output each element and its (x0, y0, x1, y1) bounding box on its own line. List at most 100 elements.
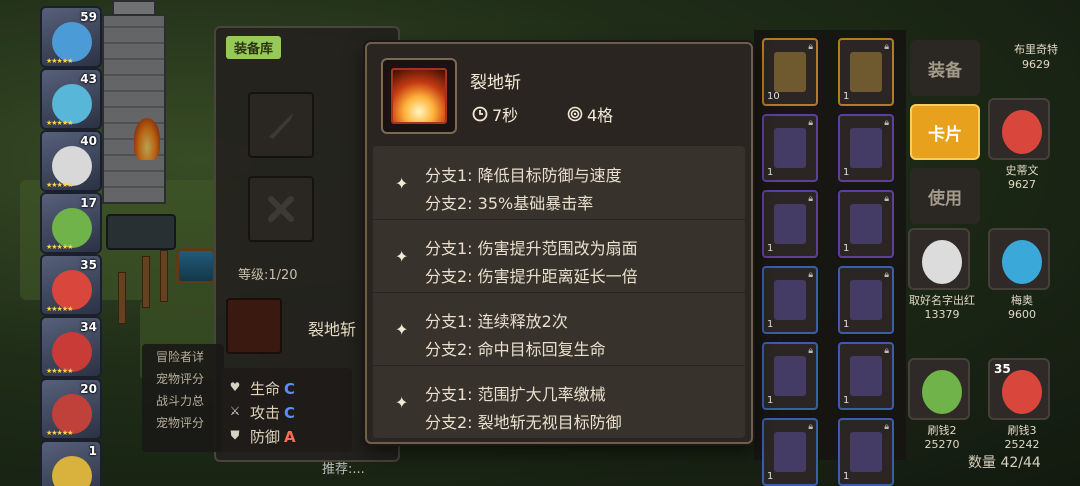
adventurer-line: 战斗力总 (156, 394, 205, 408)
avatar (908, 228, 970, 290)
hero-level: 35 (80, 258, 97, 272)
equipment-library-tab[interactable]: 装备库 (226, 36, 282, 59)
branch-option-1: 分支1: 范围扩大几率缴械 (425, 385, 606, 404)
card-slot[interactable]: 🔒︎ 1 (838, 114, 894, 182)
card-slot[interactable]: 🔒︎ 1 (838, 190, 894, 258)
shield-icon: ⛊ (230, 428, 240, 442)
star-icon: ★★★★★ (46, 119, 73, 127)
card-count: 1 (767, 319, 774, 330)
branch-group: ✦ 分支1: 伤害提升范围改为扇面 分支2: 伤害提升距离延长一倍 (373, 223, 745, 293)
branch-group: ✦ 分支1: 范围扩大几率缴械 分支2: 裂地斩无视目标防御 (373, 369, 745, 439)
bone-icon (268, 196, 294, 222)
accessory-slot[interactable] (248, 176, 314, 242)
card-count: 1 (843, 471, 850, 482)
lock-icon: 🔒︎ (884, 422, 889, 432)
stat-hp: 生命 C (250, 380, 296, 398)
sword-small-icon: ⚔ (229, 404, 241, 418)
card-art (850, 128, 882, 168)
card-count: 10 (767, 91, 780, 102)
card-grid-panel: 🔒︎ 10 🔒︎ 1 🔒︎ 1 🔒︎ 1 🔒︎ 1 🔒︎ 1 🔒︎ 1 🔒︎ 1 🔒︎ 1 🔒︎ 1 🔒︎ 1 🔒︎ 1 (754, 30, 906, 486)
branch-option-2: 分支2: 裂地斩无视目标防御 (425, 413, 622, 432)
hero-portrait[interactable]: 43 ★★★★★ (40, 68, 102, 130)
hero-portrait[interactable]: 1★★★★★ (40, 440, 102, 486)
branch-option-1: 分支1: 降低目标防御与速度 (425, 166, 622, 185)
card-count: 1 (767, 243, 774, 254)
card-art (850, 204, 882, 244)
target-icon (567, 106, 583, 122)
cooldown-value: 7秒 (492, 106, 519, 125)
use-button[interactable]: 使用 (910, 168, 980, 224)
star-icon: ★★★★★ (46, 305, 73, 313)
sword-icon (269, 113, 293, 139)
card-art (850, 280, 882, 320)
card-slot[interactable]: 🔒︎ 1 (762, 114, 818, 182)
branch-option-2: 分支2: 35%基础暴击率 (425, 194, 594, 213)
stat-defense: 防御 A (250, 428, 296, 446)
star-icon: ★★★★★ (46, 243, 73, 251)
hero-portrait[interactable]: 35 ★★★★★ (40, 254, 102, 316)
card-button[interactable]: 卡片 (910, 104, 980, 160)
star-icon: ★★★★★ (46, 367, 73, 375)
npc-level: 35 (994, 362, 1011, 376)
lock-icon: 🔒︎ (808, 270, 813, 280)
adventurer-info: 冒险者详 宠物评分 战斗力总 宠物评分 (142, 344, 224, 452)
card-slot[interactable]: 🔒︎ 1 (838, 342, 894, 410)
card-count: 1 (843, 243, 850, 254)
avatar: 35 (988, 358, 1050, 420)
card-count: 数量 42/44 (968, 455, 1041, 471)
card-art (774, 280, 806, 320)
range-value: 4格 (587, 106, 614, 125)
hero-level: 40 (80, 134, 97, 148)
skill-tooltip: 裂地斩 7秒 4格 ✦ 分支1: 降低目标防御与速度 分支2: 35%基础暴击率… (365, 42, 753, 444)
hero-level: 34 (80, 320, 97, 334)
avatar (52, 208, 92, 248)
clock-icon (472, 106, 488, 122)
card-count: 1 (843, 319, 850, 330)
card-slot[interactable]: 🔒︎ 1 (762, 266, 818, 334)
npc-mayo[interactable]: 梅奥 9600 (988, 228, 1056, 321)
star-icon: ★★★★★ (46, 57, 73, 65)
adventurer-line: 冒险者详 (156, 350, 205, 364)
hero-portrait[interactable]: 59 ★★★★★ (40, 6, 102, 68)
lock-icon: 🔒︎ (884, 346, 889, 356)
avatar (52, 270, 92, 310)
npc-steven[interactable]: 史蒂文 9627 (988, 98, 1056, 191)
npc-farm3[interactable]: 35 刷钱3 25242 (988, 358, 1056, 451)
npc-farm2[interactable]: 刷钱2 25270 (908, 358, 976, 451)
avatar (908, 358, 970, 420)
lock-icon: 🔒︎ (884, 194, 889, 204)
lock-icon: 🔒︎ (808, 42, 813, 52)
equip-button[interactable]: 装备 (910, 40, 980, 96)
hero-portrait[interactable]: 34 ★★★★★ (40, 316, 102, 378)
lock-icon: 🔒︎ (884, 270, 889, 280)
sparkle-icon: ✦ (395, 247, 409, 266)
npc-good-name[interactable]: 取好名字出红 13379 (908, 228, 976, 321)
card-slot[interactable]: 🔒︎ 1 (762, 418, 818, 486)
card-slot[interactable]: 🔒︎ 10 (762, 38, 818, 106)
weapon-slot[interactable] (248, 92, 314, 158)
npc-name: 梅奥 (1011, 294, 1033, 307)
card-slot[interactable]: 🔒︎ 1 (762, 190, 818, 258)
card-art (774, 356, 806, 396)
card-art (850, 52, 882, 92)
card-slot[interactable]: 🔒︎ 1 (838, 418, 894, 486)
hero-portrait[interactable]: 17 ★★★★★ (40, 192, 102, 254)
npc-power: 25270 (924, 438, 960, 451)
card-slot[interactable]: 🔒︎ 1 (838, 38, 894, 106)
hero-portrait[interactable]: 40 ★★★★★ (40, 130, 102, 192)
card-slot[interactable]: 🔒︎ 1 (762, 342, 818, 410)
card-art (774, 52, 806, 92)
card-slot[interactable]: 🔒︎ 1 (838, 266, 894, 334)
npc-power: 25242 (1004, 438, 1040, 451)
hero-portrait[interactable]: 20 ★★★★★ (40, 378, 102, 440)
avatar (52, 22, 92, 62)
sparkle-icon: ✦ (395, 393, 409, 412)
skill-range: 4格 (567, 102, 613, 126)
sparkle-icon: ✦ (395, 174, 409, 193)
card-art (774, 204, 806, 244)
npc-name: 刷钱2 (927, 424, 957, 437)
equipped-skill-name: 裂地斩 (308, 320, 357, 339)
npc-bridget[interactable]: 布里奇特 9629 (996, 42, 1076, 72)
npc-name: 布里奇特 (1014, 43, 1058, 56)
skill-cooldown: 7秒 (472, 102, 518, 126)
